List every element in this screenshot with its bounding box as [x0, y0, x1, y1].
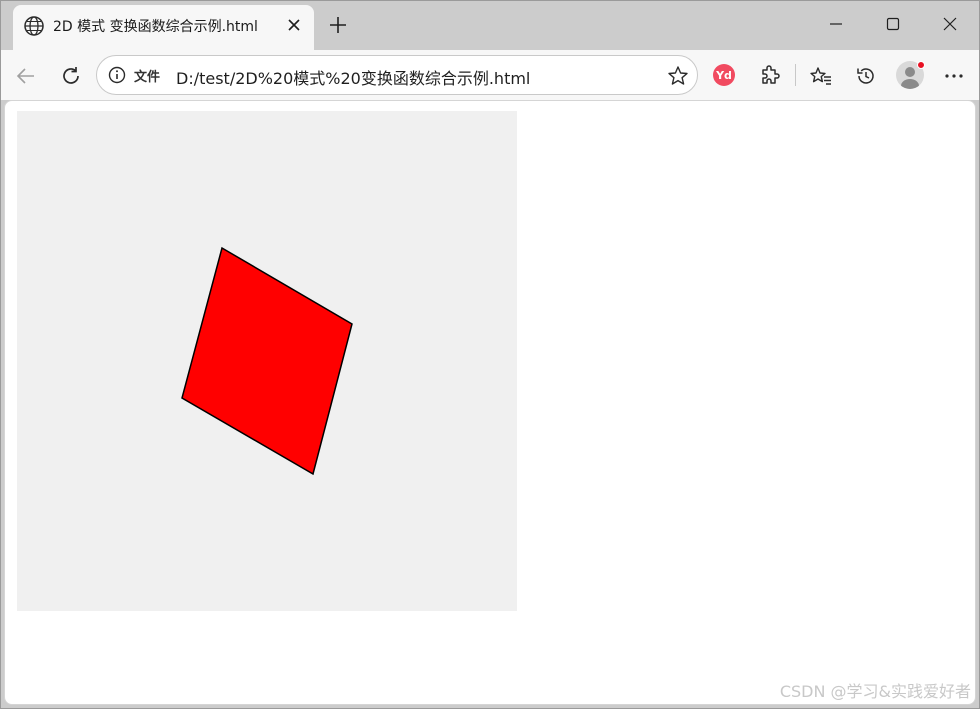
- more-icon[interactable]: [941, 63, 967, 89]
- tab-close-icon[interactable]: [285, 16, 303, 34]
- toolbar-separator: [795, 64, 796, 86]
- tab-strip: 2D 模式 变换函数综合示例.html: [0, 0, 980, 50]
- youdao-extension-icon[interactable]: Yd: [713, 64, 735, 86]
- favorites-icon[interactable]: [808, 63, 834, 89]
- tab-active[interactable]: 2D 模式 变换函数综合示例.html: [13, 5, 314, 50]
- globe-icon: [23, 15, 45, 37]
- window-close-icon[interactable]: [938, 12, 962, 36]
- reload-icon[interactable]: [58, 63, 84, 89]
- transform-container: [17, 111, 517, 611]
- address-file-label: 文件: [134, 70, 161, 85]
- star-icon[interactable]: [666, 64, 690, 88]
- puzzle-icon[interactable]: [757, 63, 783, 89]
- maximize-icon[interactable]: [881, 12, 905, 36]
- address-url[interactable]: D:/test/2D%20模式%20变换函数综合示例.html: [176, 65, 530, 89]
- tab-title: 2D 模式 变换函数综合示例.html: [53, 19, 258, 35]
- transformed-red-square: [181, 246, 353, 476]
- address-bar[interactable]: 文件 D:/test/2D%20模式%20变换函数综合示例.html: [96, 55, 698, 95]
- history-icon[interactable]: [853, 63, 879, 89]
- watermark: CSDN @学习&实践爱好者: [779, 682, 971, 701]
- new-tab-icon[interactable]: [324, 11, 352, 39]
- minimize-icon[interactable]: [824, 12, 848, 36]
- transformed-shape-canvas: [181, 246, 353, 476]
- info-icon[interactable]: [107, 65, 127, 85]
- back-arrow-icon[interactable]: [13, 63, 39, 89]
- page-viewport: CSDN @学习&实践爱好者: [4, 100, 976, 705]
- notification-dot: [917, 61, 925, 69]
- browser-window: 2D 模式 变换函数综合示例.html 文件 D:/test/2D%20模式%2…: [0, 0, 980, 709]
